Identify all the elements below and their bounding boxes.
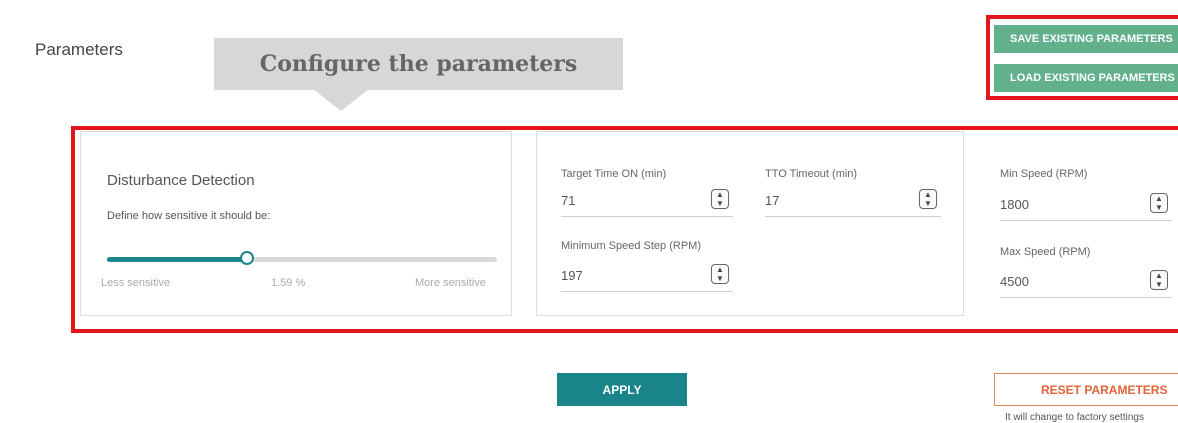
slider-fill xyxy=(107,257,248,262)
min-speed-step-field[interactable]: 197 ▲ ▼ xyxy=(561,262,733,292)
page-title: Parameters xyxy=(35,40,123,59)
reset-note: It will change to factory settings xyxy=(1005,412,1144,423)
max-speed-value: 4500 xyxy=(1000,274,1029,289)
tto-timeout-value: 17 xyxy=(765,193,780,208)
min-speed-step-value: 197 xyxy=(561,268,583,283)
callout-arrow xyxy=(313,89,369,111)
timing-card: Target Time ON (min) 71 ▲ ▼ TTO Timeout (… xyxy=(536,131,964,316)
max-speed-label: Max Speed (RPM) xyxy=(1000,246,1091,258)
up-down-arrows-icon[interactable]: ▲ ▼ xyxy=(711,189,729,209)
min-speed-step-label: Minimum Speed Step (RPM) xyxy=(561,240,701,252)
target-time-value: 71 xyxy=(561,193,576,208)
up-down-arrows-icon[interactable]: ▲ ▼ xyxy=(1150,193,1168,213)
load-parameters-button[interactable]: LOAD EXISTING PARAMETERS xyxy=(994,64,1178,92)
save-parameters-button[interactable]: SAVE EXISTING PARAMETERS xyxy=(994,25,1178,53)
less-sensitive-label: Less sensitive xyxy=(101,277,171,289)
configure-callout: Configure the parameters xyxy=(214,38,623,90)
tto-timeout-label: TTO Timeout (min) xyxy=(765,168,858,180)
target-time-field[interactable]: 71 ▲ ▼ xyxy=(561,187,733,217)
target-time-label: Target Time ON (min) xyxy=(561,168,667,180)
sensitivity-slider[interactable] xyxy=(107,251,497,265)
more-sensitive-label: More sensitive xyxy=(415,277,486,289)
slider-handle[interactable] xyxy=(240,251,255,265)
up-down-arrows-icon[interactable]: ▲ ▼ xyxy=(711,264,729,284)
up-down-arrows-icon[interactable]: ▲ ▼ xyxy=(919,189,937,209)
disturbance-title: Disturbance Detection xyxy=(107,172,255,189)
reset-parameters-button[interactable]: RESET PARAMETERS xyxy=(994,373,1178,406)
up-down-arrows-icon[interactable]: ▲ ▼ xyxy=(1150,270,1168,290)
max-speed-field[interactable]: 4500 ▲ ▼ xyxy=(1000,268,1172,298)
disturbance-card: Disturbance Detection Define how sensiti… xyxy=(80,131,512,316)
disturbance-subtitle: Define how sensitive it should be: xyxy=(107,210,271,222)
min-speed-value: 1800 xyxy=(1000,197,1029,212)
tto-timeout-field[interactable]: 17 ▲ ▼ xyxy=(765,187,941,217)
sensitivity-value: 1.59 % xyxy=(271,277,306,289)
min-speed-label: Min Speed (RPM) xyxy=(1000,168,1088,180)
apply-button[interactable]: APPLY xyxy=(557,373,687,406)
min-speed-field[interactable]: 1800 ▲ ▼ xyxy=(1000,191,1172,221)
